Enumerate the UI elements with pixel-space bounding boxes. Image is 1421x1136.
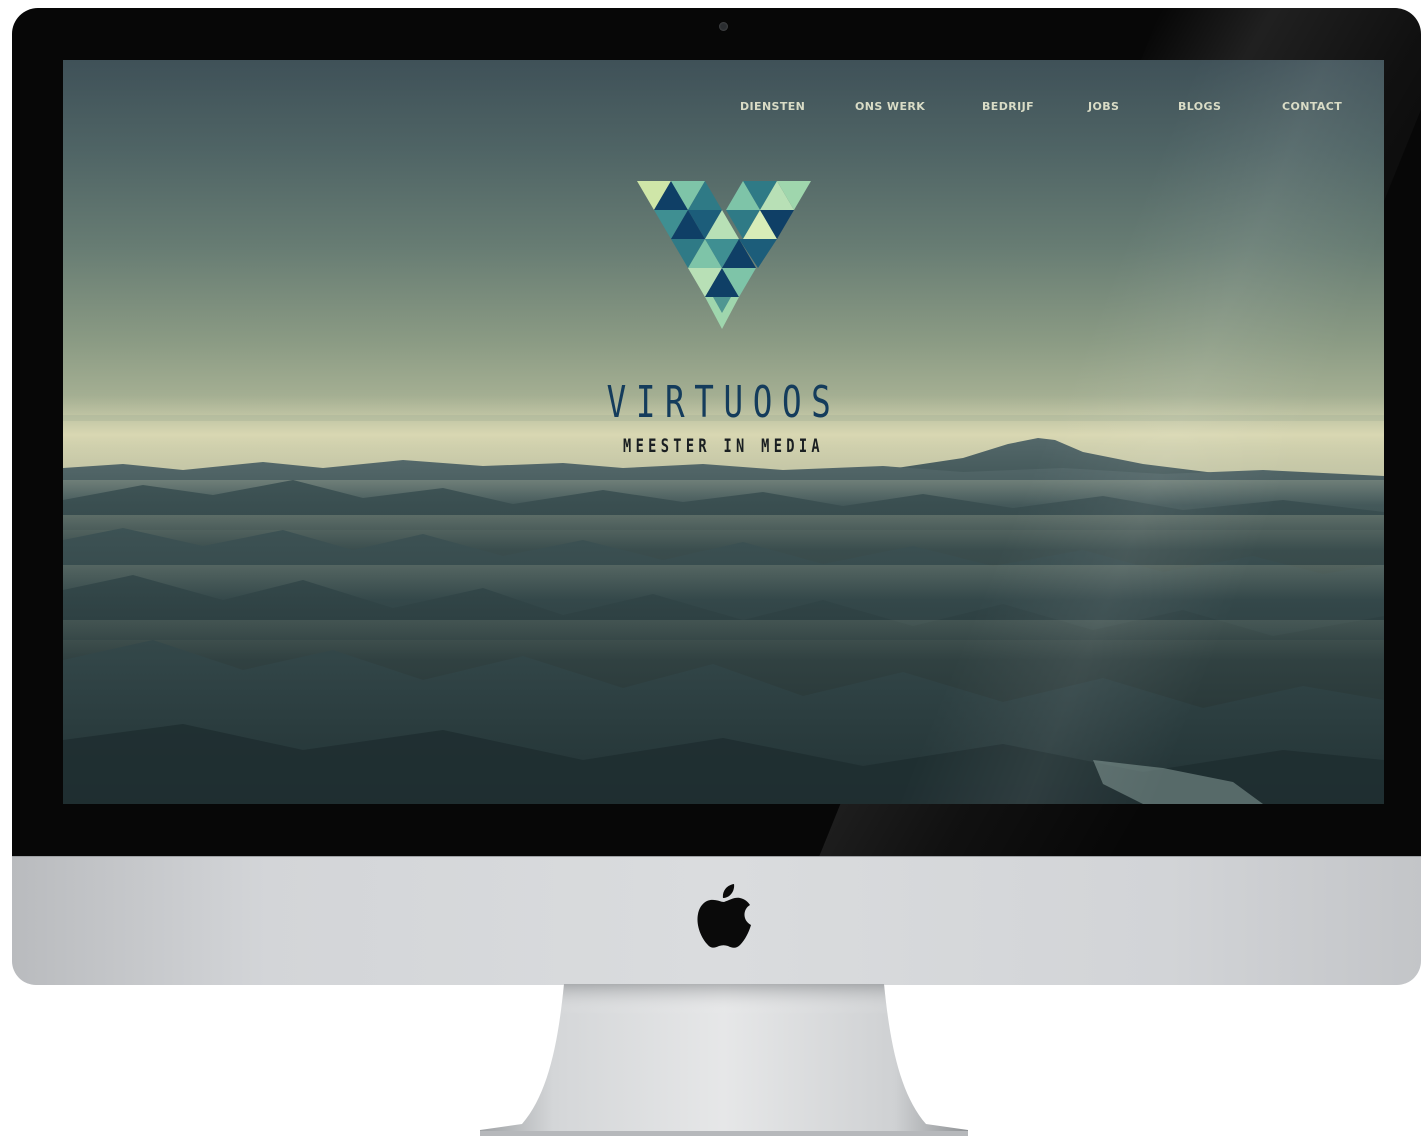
main-navigation: DIENSTEN ONS WERK BEDRIJF JOBS BLOGS CON…	[63, 60, 1384, 170]
monitor-stand	[480, 984, 968, 1136]
nav-item-blogs[interactable]: BLOGS	[1178, 100, 1221, 113]
imac-computer: DIENSTEN ONS WERK BEDRIJF JOBS BLOGS CON…	[0, 0, 1421, 1136]
website-screen: DIENSTEN ONS WERK BEDRIJF JOBS BLOGS CON…	[63, 60, 1384, 804]
v-triangle-logo-icon[interactable]	[637, 181, 811, 329]
camera-icon	[719, 22, 728, 31]
nav-item-ons-werk[interactable]: ONS WERK	[855, 100, 925, 113]
monitor-bezel: DIENSTEN ONS WERK BEDRIJF JOBS BLOGS CON…	[12, 8, 1421, 856]
brand-tagline: MEESTER IN MEDIA	[623, 435, 824, 457]
nav-item-diensten[interactable]: DIENSTEN	[740, 100, 805, 113]
monitor-chin	[12, 856, 1421, 985]
nav-item-jobs[interactable]: JOBS	[1088, 100, 1119, 113]
apple-logo-icon	[697, 884, 751, 948]
nav-item-bedrijf[interactable]: BEDRIJF	[982, 100, 1034, 113]
brand-name: VIRTUOOS	[606, 377, 841, 428]
nav-item-contact[interactable]: CONTACT	[1282, 100, 1342, 113]
